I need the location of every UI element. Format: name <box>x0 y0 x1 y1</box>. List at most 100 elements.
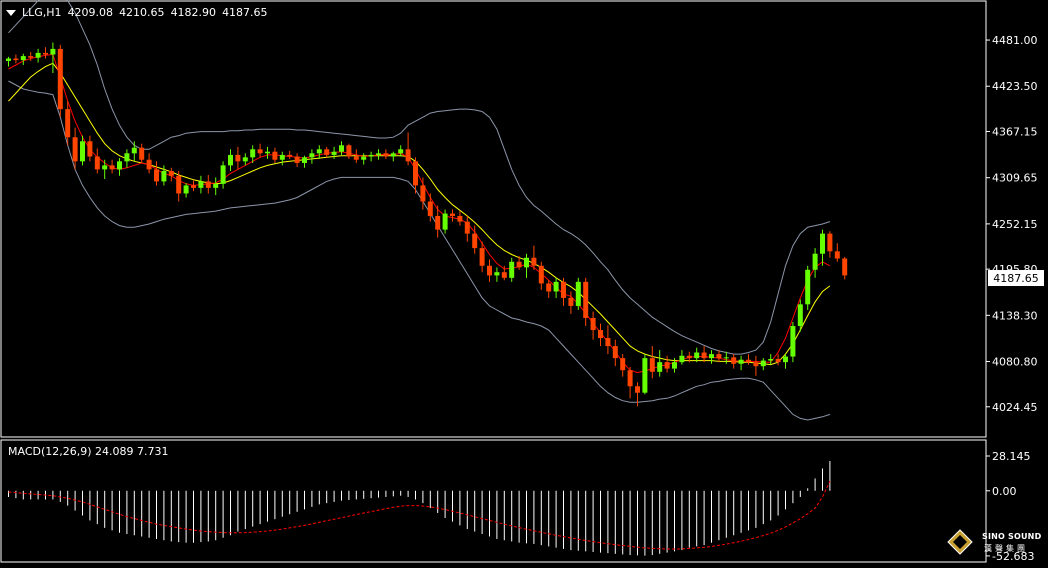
main-price-axis: 4481.004423.504367.154309.654252.154195.… <box>986 34 1038 414</box>
candle-body <box>524 257 529 268</box>
candle-body <box>220 165 226 184</box>
candle-body <box>494 272 500 276</box>
candle-body <box>28 56 34 58</box>
candle-body <box>331 151 337 155</box>
candle <box>575 277 581 310</box>
candle-body <box>538 265 544 284</box>
candle-body <box>627 370 633 387</box>
candle-body <box>598 330 603 339</box>
candle-body <box>183 185 189 194</box>
candle-body <box>738 359 744 364</box>
candle-body <box>117 161 122 170</box>
candle-body <box>716 354 722 359</box>
logo-name: SINO SOUND <box>982 532 1042 541</box>
candle-body <box>812 253 818 270</box>
candle-body <box>35 52 41 58</box>
candle-body <box>797 304 803 327</box>
candle-body <box>635 386 640 393</box>
candle-body <box>709 354 714 359</box>
candle-body <box>583 281 589 318</box>
candle-body <box>427 201 433 216</box>
candle-body <box>723 357 729 359</box>
candle-body <box>176 175 182 194</box>
axis-tick-label: 4481.00 <box>992 34 1038 47</box>
dropdown-triangle-icon[interactable] <box>6 10 16 16</box>
candle-body <box>775 358 781 363</box>
candle-body <box>279 154 285 160</box>
candle-body <box>820 233 825 254</box>
candle-body <box>605 338 611 347</box>
candle-body <box>43 52 48 55</box>
candle-body <box>131 147 137 154</box>
candle <box>790 322 796 363</box>
candle-body <box>390 153 396 157</box>
candle-body <box>250 149 256 158</box>
candle-body <box>701 352 707 359</box>
candle-body <box>272 151 278 160</box>
candle-body <box>753 362 759 367</box>
current-price-box: 4187.65 <box>988 270 1044 286</box>
candle-body <box>760 360 766 367</box>
current-price-label: 4187.65 <box>993 272 1039 285</box>
candle-body <box>479 248 485 266</box>
candle-body <box>376 153 381 155</box>
close-value: 4187.65 <box>222 6 268 19</box>
candle-body <box>235 154 241 162</box>
candle-body <box>20 56 26 61</box>
candle-body <box>457 215 463 222</box>
axis-tick-label: 4423.50 <box>992 80 1038 93</box>
candle-body <box>287 154 293 157</box>
candle <box>642 354 648 395</box>
candle-body <box>346 145 352 157</box>
candle-body <box>65 109 71 138</box>
candle-body <box>109 165 115 170</box>
candle-body <box>413 161 418 186</box>
axis-tick-label: 4024.45 <box>992 401 1038 414</box>
candle-body <box>450 213 455 216</box>
candle-body <box>124 153 130 162</box>
candle-body <box>472 233 478 249</box>
candle-body <box>553 281 559 292</box>
candle-body <box>191 185 196 188</box>
candle-body <box>94 156 100 170</box>
low-value: 4182.90 <box>170 6 217 19</box>
candle-body <box>146 159 152 170</box>
candle-body <box>257 149 263 154</box>
candle-body <box>6 58 11 61</box>
candle-body <box>228 154 233 166</box>
candle-body <box>531 257 537 266</box>
candle-body <box>501 272 507 278</box>
macd-header: MACD(12,26,9) 24.089 7.731 <box>8 445 169 458</box>
candle-body <box>561 281 566 298</box>
candle-body <box>746 359 751 363</box>
candle-body <box>442 213 448 230</box>
candle-body <box>405 149 411 162</box>
candle-body <box>213 183 219 188</box>
candle-body <box>368 154 374 157</box>
candle-body <box>161 170 167 182</box>
candle-body <box>546 283 552 292</box>
candle-body <box>50 48 56 55</box>
symbol-label: LLG,H1 <box>22 6 62 19</box>
candle-body <box>87 141 93 157</box>
candle-body <box>398 149 404 154</box>
candle-body <box>487 265 492 276</box>
candle-body <box>842 258 848 276</box>
candle-body <box>72 137 78 162</box>
candle-body <box>324 149 330 155</box>
candle-body <box>805 269 811 305</box>
candle-body <box>612 346 618 359</box>
candle-body <box>834 251 840 259</box>
candle-body <box>790 326 796 357</box>
chart-stage: 4481.00 4423.50 4367.15 4309.65 4252.15 4195.… <box>0 0 1048 564</box>
chart-svg: 4481.004423.504367.154309.654252.154195.… <box>0 0 1048 564</box>
candle-body <box>302 157 307 163</box>
candle-body <box>316 149 322 154</box>
axis-tick-label: 4367.15 <box>992 126 1038 139</box>
candle-body <box>361 156 367 160</box>
macd-axis-tick-label: 28.145 <box>992 450 1031 463</box>
logo-chinese: 漢聲集團 <box>984 544 1028 553</box>
candle <box>805 265 811 310</box>
chart-header: LLG,H1 4209.08 4210.65 4182.90 4187.65 <box>6 6 268 19</box>
candle-body <box>620 358 626 371</box>
